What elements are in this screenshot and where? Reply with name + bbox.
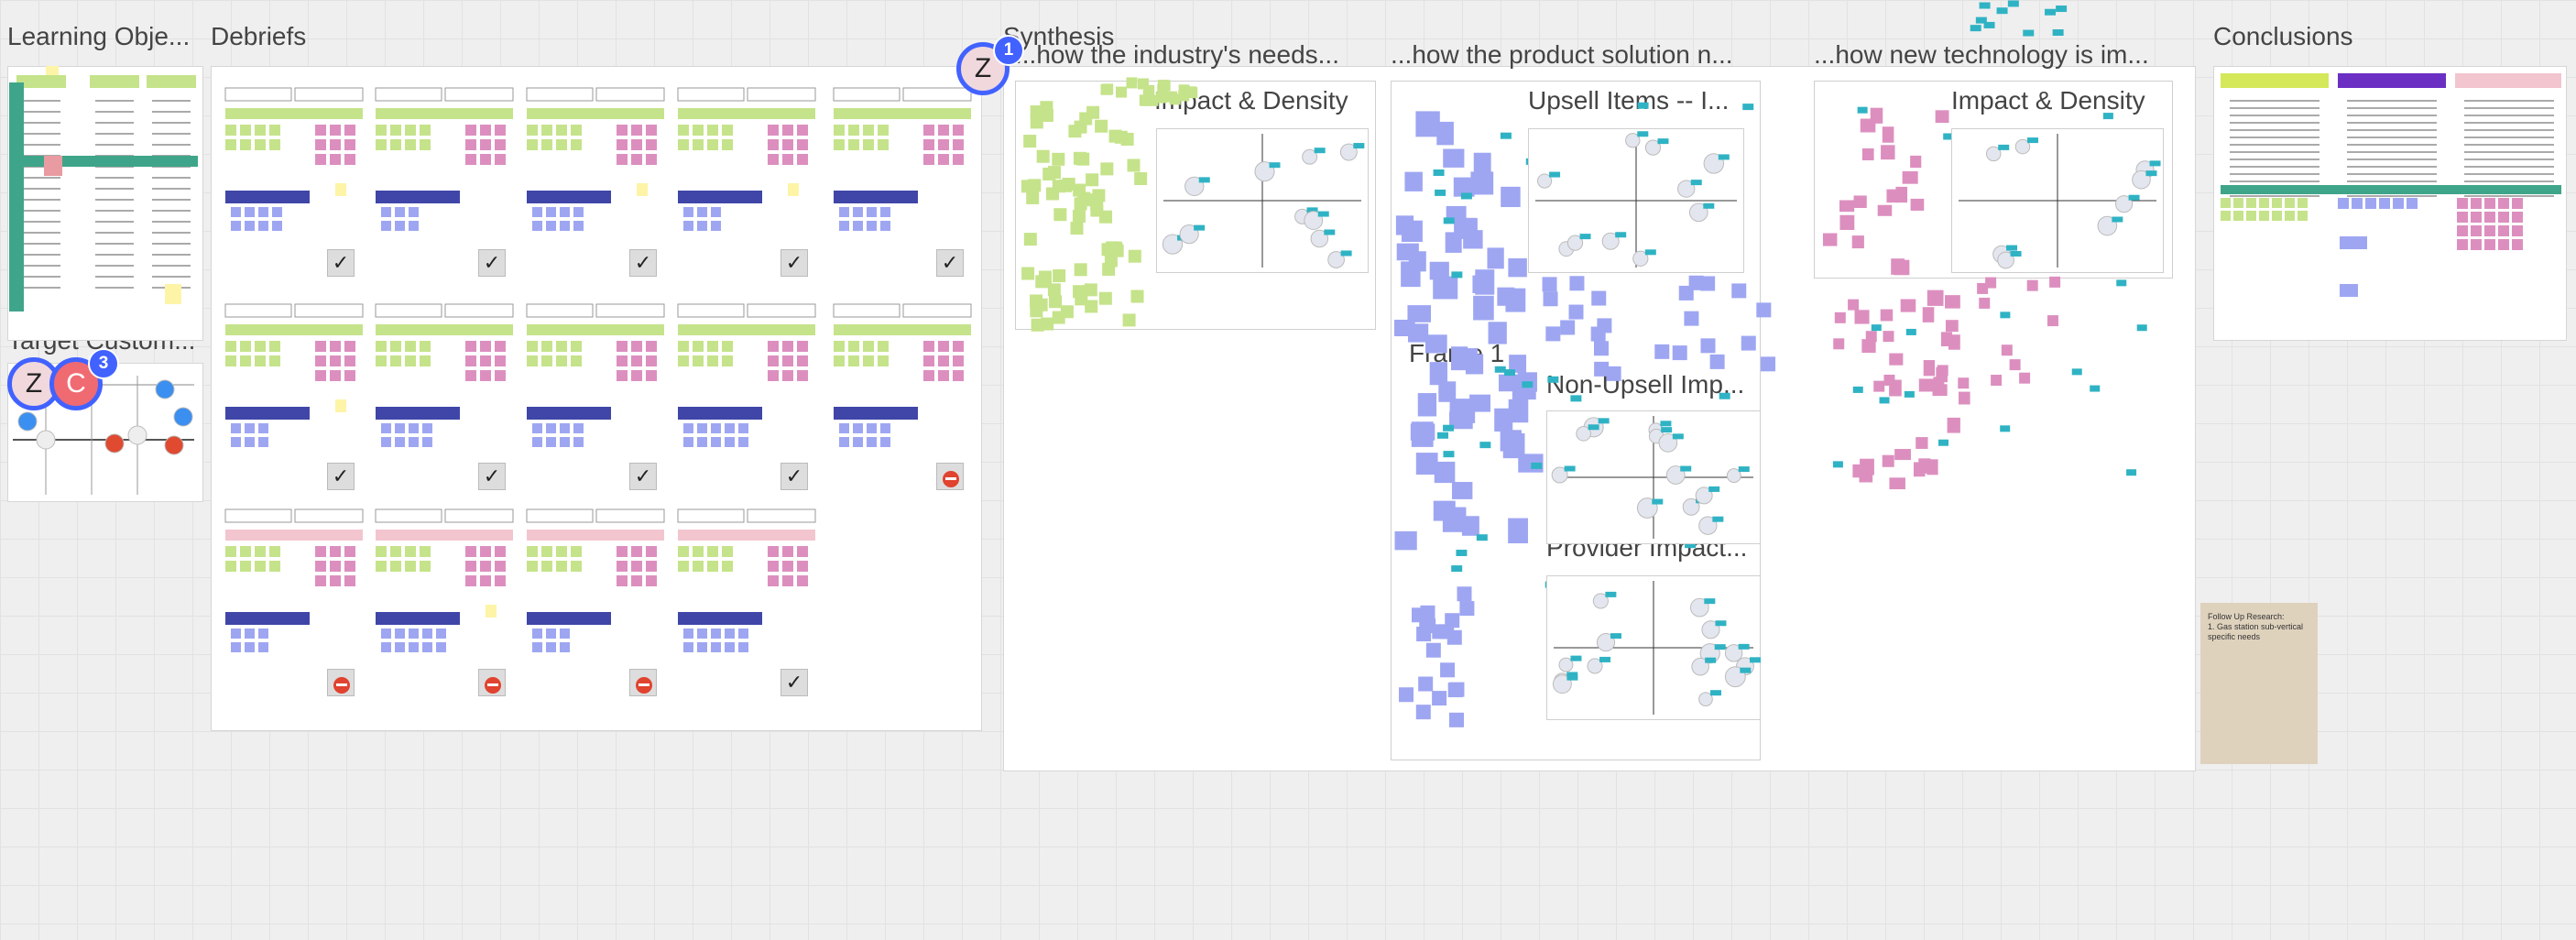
tag-label[interactable] bbox=[1324, 229, 1336, 235]
tag-label[interactable] bbox=[1714, 644, 1726, 650]
follow-up-sticky-note[interactable]: Follow Up Research: 1. Gas station sub-v… bbox=[2200, 603, 2318, 764]
tag-label[interactable] bbox=[1610, 633, 1621, 639]
sticky-line-1: Follow Up Research: bbox=[2208, 612, 2285, 621]
tag-label[interactable] bbox=[1712, 516, 1724, 522]
tag-label[interactable] bbox=[1709, 690, 1721, 696]
tag-label[interactable] bbox=[1718, 154, 1730, 160]
tag-label[interactable] bbox=[1570, 655, 1582, 661]
stop-sign-icon bbox=[485, 677, 501, 694]
tag-label[interactable] bbox=[2112, 216, 2123, 223]
stop-icon[interactable] bbox=[629, 669, 657, 696]
tag-label[interactable] bbox=[1749, 657, 1761, 663]
tag-label[interactable] bbox=[1672, 433, 1684, 440]
stop-sign-icon bbox=[333, 677, 350, 694]
quadrant-content bbox=[1162, 131, 2161, 715]
stop-sign-icon bbox=[636, 677, 652, 694]
tag-label[interactable] bbox=[1317, 211, 1329, 217]
tag-label[interactable] bbox=[1637, 131, 1649, 137]
tag-label[interactable] bbox=[1690, 180, 1702, 186]
tag-label[interactable] bbox=[1549, 171, 1561, 178]
stop-icon[interactable] bbox=[936, 463, 964, 490]
tag-label[interactable] bbox=[1657, 138, 1669, 145]
checkmark-icon[interactable]: ✓ bbox=[327, 463, 355, 490]
checkmark-icon[interactable]: ✓ bbox=[478, 249, 506, 277]
tag-label[interactable] bbox=[2145, 170, 2157, 177]
tag-label[interactable] bbox=[1353, 143, 1365, 149]
avatar-initial: Z bbox=[25, 368, 43, 399]
tag-label[interactable] bbox=[1314, 148, 1326, 154]
sticky-line-2: 1. Gas station sub-vertical bbox=[2208, 622, 2304, 631]
checkmark-icon[interactable]: ✓ bbox=[936, 249, 964, 277]
tag-label[interactable] bbox=[1740, 667, 1752, 673]
tag-label[interactable] bbox=[2006, 245, 2018, 251]
tag-label[interactable] bbox=[1703, 202, 1715, 209]
tag-label[interactable] bbox=[1615, 232, 1627, 238]
stop-icon[interactable] bbox=[478, 669, 506, 696]
tag-label[interactable] bbox=[1680, 465, 1692, 472]
tag-label[interactable] bbox=[1588, 424, 1599, 431]
stop-icon[interactable] bbox=[327, 669, 355, 696]
tag-label[interactable] bbox=[1652, 498, 1664, 505]
collaborator-count-badge: 3 bbox=[88, 348, 119, 379]
tag-label[interactable] bbox=[1705, 657, 1717, 663]
tag-label[interactable] bbox=[1644, 249, 1656, 256]
checkmark-icon[interactable]: ✓ bbox=[327, 249, 355, 277]
checkmark-icon[interactable]: ✓ bbox=[780, 463, 808, 490]
tag-label[interactable] bbox=[1660, 421, 1672, 427]
checkmark-icon[interactable]: ✓ bbox=[780, 249, 808, 277]
tag-label[interactable] bbox=[1708, 486, 1720, 492]
tag-label[interactable] bbox=[1738, 643, 1750, 650]
tag-label[interactable] bbox=[1579, 234, 1591, 240]
tag-label[interactable] bbox=[2128, 194, 2140, 201]
tag-label[interactable] bbox=[2010, 250, 2022, 257]
tag-label[interactable] bbox=[1564, 465, 1576, 472]
tag-label[interactable] bbox=[1194, 224, 1206, 231]
tag-label[interactable] bbox=[1715, 620, 1727, 627]
tag-label[interactable] bbox=[1198, 177, 1210, 183]
tag-label[interactable] bbox=[1998, 144, 2010, 150]
tag-label[interactable] bbox=[1598, 418, 1610, 424]
tag-label[interactable] bbox=[1566, 674, 1578, 681]
tag-label[interactable] bbox=[1599, 656, 1611, 662]
checkmark-icon[interactable]: ✓ bbox=[780, 669, 808, 696]
tag-label[interactable] bbox=[2026, 137, 2038, 144]
checkmark-icon[interactable]: ✓ bbox=[478, 463, 506, 490]
tag-label[interactable] bbox=[1738, 466, 1750, 473]
tag-label[interactable] bbox=[2149, 160, 2161, 167]
avatar-initial: Z bbox=[974, 53, 992, 83]
collaborator-count-badge: 1 bbox=[993, 35, 1024, 66]
tag-label[interactable] bbox=[1340, 250, 1352, 257]
tag-label[interactable] bbox=[1269, 162, 1281, 169]
stop-sign-icon bbox=[943, 471, 959, 487]
tag-label[interactable] bbox=[1661, 427, 1673, 433]
sticky-line-3: specific needs bbox=[2208, 632, 2261, 641]
checkmark-icon[interactable]: ✓ bbox=[629, 463, 657, 490]
tag-label[interactable] bbox=[1704, 598, 1716, 605]
tag-label[interactable] bbox=[1605, 591, 1617, 597]
avatar-initial: C bbox=[66, 368, 86, 399]
checkmark-icon[interactable]: ✓ bbox=[629, 249, 657, 277]
